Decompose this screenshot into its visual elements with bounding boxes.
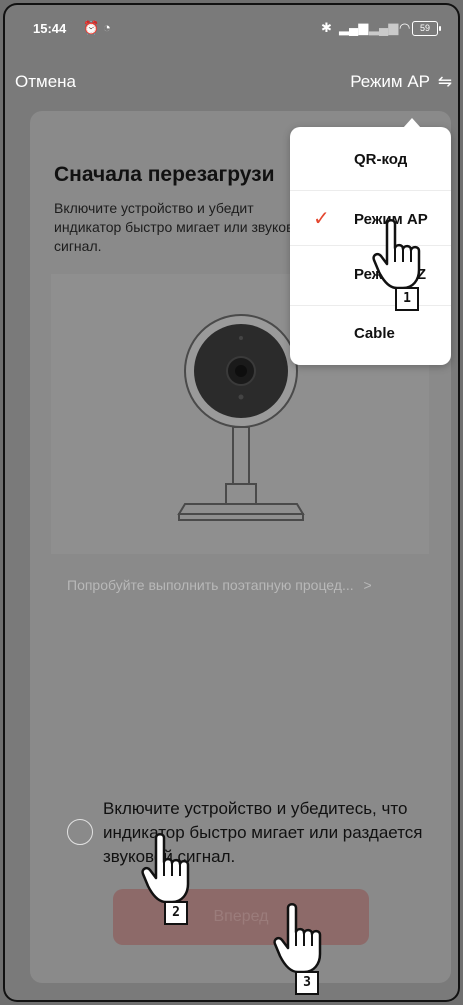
troubleshoot-link-text: Попробуйте выполнить поэтапную процед...	[67, 577, 354, 593]
troubleshoot-link[interactable]: Попробуйте выполнить поэтапную процед...…	[67, 577, 427, 593]
consent-radio[interactable]	[67, 819, 93, 845]
dropdown-option-qr[interactable]: QR-код	[290, 131, 451, 190]
instruction-text: Включите устройство и убедит индикатор б…	[54, 200, 309, 254]
signal-icon: ▂▄▆	[339, 20, 369, 35]
pointer-hand-icon	[140, 832, 200, 906]
step-label-1: 1	[395, 287, 419, 311]
alarm-icon: ⏰	[83, 20, 100, 35]
option-label: QR-код	[354, 151, 408, 168]
battery-icon: 59	[412, 21, 441, 36]
top-bar: Отмена Режим AP ⇋	[3, 69, 460, 95]
phone-screen: 15:44 ⏰ ◔ ✱ ▂▄▆ ▂▄▆ ◠ 59 Отмена Режим AP…	[3, 3, 460, 1002]
chevron-right-icon: >	[363, 577, 372, 593]
step-label-3: 3	[295, 971, 319, 995]
step-label-2: 2	[164, 901, 188, 925]
option-label: Cable	[354, 325, 395, 342]
cancel-button[interactable]: Отмена	[15, 72, 76, 92]
signal-icon-2: ▂▄▆	[369, 20, 399, 35]
page-title: Сначала перезагрузи	[54, 163, 275, 186]
pointer-hand-icon	[371, 218, 431, 292]
status-time: 15:44	[33, 21, 67, 36]
swap-icon[interactable]: ⇋	[438, 72, 452, 92]
bluetooth-icon: ✱	[321, 20, 332, 35]
status-bar: 15:44 ⏰ ◔ ✱ ▂▄▆ ▂▄▆ ◠ 59	[3, 17, 460, 41]
mode-selector[interactable]: Режим AP	[350, 72, 430, 92]
wifi-icon: ◠	[399, 20, 411, 35]
pointer-hand-icon	[272, 902, 332, 976]
dropdown-option-cable[interactable]: Cable	[290, 305, 451, 364]
check-icon: ✓	[313, 208, 330, 230]
sync-icon: ◔	[103, 20, 111, 35]
